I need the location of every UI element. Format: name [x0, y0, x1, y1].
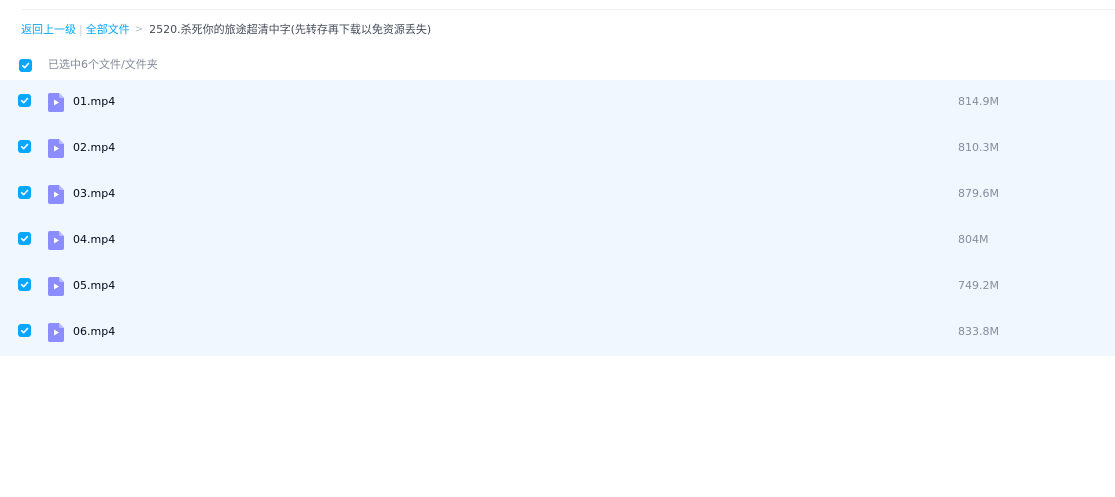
checkmark-icon [20, 281, 29, 288]
video-file-icon [48, 231, 64, 250]
checkmark-icon [20, 189, 29, 196]
back-link[interactable]: 返回上一级 [21, 21, 76, 37]
file-row[interactable]: 02.mp4 810.3M [0, 126, 1115, 172]
file-name[interactable]: 04.mp4 [73, 233, 115, 246]
checkmark-icon [21, 62, 30, 69]
checkmark-icon [20, 235, 29, 242]
divider [22, 9, 1115, 10]
video-file-icon [48, 139, 64, 158]
file-name[interactable]: 03.mp4 [73, 187, 115, 200]
file-size: 814.9M [958, 95, 999, 108]
file-size: 879.6M [958, 187, 999, 200]
video-file-icon [48, 185, 64, 204]
file-row[interactable]: 04.mp4 804M [0, 218, 1115, 264]
select-all-checkbox[interactable] [19, 59, 32, 72]
checkmark-icon [20, 327, 29, 334]
checkmark-icon [20, 97, 29, 104]
file-checkbox[interactable] [18, 140, 31, 153]
breadcrumb-separator: > [134, 23, 144, 35]
file-size: 804M [958, 233, 989, 246]
selection-bar: 已选中6个文件/文件夹 [0, 52, 1115, 78]
video-file-icon [48, 323, 64, 342]
file-checkbox[interactable] [18, 278, 31, 291]
file-checkbox[interactable] [18, 186, 31, 199]
file-checkbox[interactable] [18, 324, 31, 337]
video-file-icon [48, 93, 64, 112]
file-size: 749.2M [958, 279, 999, 292]
file-row[interactable]: 03.mp4 879.6M [0, 172, 1115, 218]
file-checkbox[interactable] [18, 232, 31, 245]
file-name[interactable]: 06.mp4 [73, 325, 115, 338]
file-size: 833.8M [958, 325, 999, 338]
file-size: 810.3M [958, 141, 999, 154]
breadcrumb: 返回上一级 | 全部文件 > 2520.杀死你的旅途超清中字(先转存再下载以免资… [21, 20, 431, 38]
checkmark-icon [20, 143, 29, 150]
selection-count: 已选中6个文件/文件夹 [48, 58, 158, 71]
file-checkbox[interactable] [18, 94, 31, 107]
file-name[interactable]: 02.mp4 [73, 141, 115, 154]
file-row[interactable]: 06.mp4 833.8M [0, 310, 1115, 356]
file-row[interactable]: 01.mp4 814.9M [0, 80, 1115, 126]
file-name[interactable]: 01.mp4 [73, 95, 115, 108]
video-file-icon [48, 277, 64, 296]
breadcrumb-divider: | [79, 22, 83, 36]
file-list: 01.mp4 814.9M 02.mp4 810.3M 03.mp4 879.6M 04.m… [0, 80, 1115, 356]
file-row[interactable]: 05.mp4 749.2M [0, 264, 1115, 310]
all-files-link[interactable]: 全部文件 [86, 21, 130, 37]
file-name[interactable]: 05.mp4 [73, 279, 115, 292]
current-folder-name: 2520.杀死你的旅途超清中字(先转存再下载以免资源丢失) [149, 23, 432, 36]
